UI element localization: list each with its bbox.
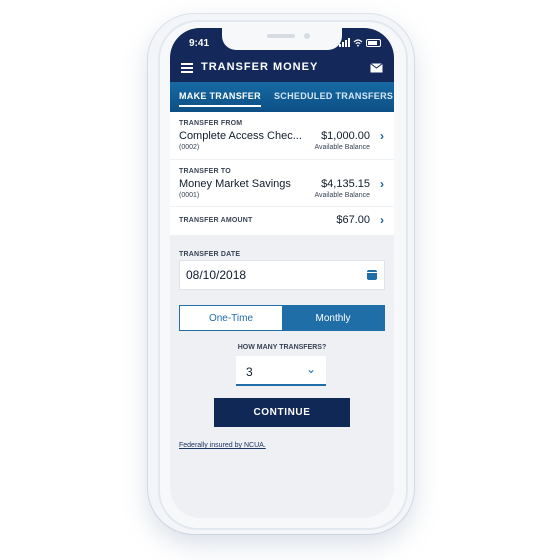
transfer-to-label: TRANSFER TO <box>179 168 231 175</box>
transfer-amount-value: $67.00 <box>336 214 370 226</box>
from-balance-label: Available Balance <box>314 144 370 151</box>
battery-icon <box>366 39 381 47</box>
transfer-date-field[interactable]: 08/10/2018 <box>179 260 385 290</box>
status-icons <box>339 38 381 47</box>
status-time: 9:41 <box>189 38 210 49</box>
wifi-icon <box>353 39 363 47</box>
transfer-count-label: HOW MANY TRANSFERS? <box>237 344 327 351</box>
page-title: TRANSFER MONEY <box>201 61 319 73</box>
frequency-monthly-button[interactable]: Monthly <box>282 306 384 330</box>
from-account-balance: $1,000.00 <box>321 130 370 142</box>
frequency-toggle: One-Time Monthly <box>179 305 385 331</box>
speaker-slot <box>267 34 295 38</box>
to-account-number: (0001) <box>179 192 200 199</box>
from-account-number: (0002) <box>179 144 200 151</box>
to-balance-label: Available Balance <box>314 192 370 199</box>
to-account-balance: $4,135.15 <box>321 178 370 190</box>
transfer-count-value: 3 <box>246 365 253 379</box>
chevron-right-icon: › <box>380 129 384 143</box>
transfer-count-select[interactable]: 3 ⌄ <box>236 356 326 386</box>
transfer-date-value: 08/10/2018 <box>186 268 247 282</box>
status-bar: 9:41 TRANSFER MONEY <box>170 28 394 82</box>
transfer-date-label: TRANSFER DATE <box>179 251 241 258</box>
continue-button[interactable]: CONTINUE <box>214 398 350 427</box>
transfer-amount-label: TRANSFER AMOUNT <box>179 217 253 224</box>
frequency-one-time-button[interactable]: One-Time <box>180 306 282 330</box>
menu-icon[interactable] <box>181 63 193 73</box>
transfer-to-row[interactable]: TRANSFER TO Money Market Savings (0001) … <box>170 160 394 206</box>
tab-make-transfer[interactable]: MAKE TRANSFER <box>179 91 261 107</box>
phone-screen: 9:41 TRANSFER MONEY MAKE TRANSFER SCHEDU… <box>170 28 394 518</box>
tab-bar: MAKE TRANSFER SCHEDULED TRANSFERS <box>170 82 394 112</box>
from-account-name: Complete Access Chec... <box>179 130 302 142</box>
transfer-from-row[interactable]: TRANSFER FROM Complete Access Chec... (0… <box>170 112 394 159</box>
chevron-right-icon: › <box>380 177 384 191</box>
mail-icon[interactable] <box>370 63 383 73</box>
signal-icon <box>339 38 350 47</box>
camera-dot <box>304 33 310 39</box>
calendar-icon[interactable] <box>367 270 377 280</box>
transfer-from-label: TRANSFER FROM <box>179 120 243 127</box>
app-bar: TRANSFER MONEY <box>170 56 394 82</box>
transfer-amount-row[interactable]: TRANSFER AMOUNT $67.00 › <box>170 207 394 235</box>
ncua-insurance-link[interactable]: Federally insured by NCUA. <box>179 442 266 449</box>
to-account-name: Money Market Savings <box>179 178 291 190</box>
chevron-down-icon: ⌄ <box>305 362 316 376</box>
phone-notch <box>222 28 342 50</box>
tab-scheduled-transfers[interactable]: SCHEDULED TRANSFERS <box>274 91 393 101</box>
chevron-right-icon: › <box>380 213 384 227</box>
